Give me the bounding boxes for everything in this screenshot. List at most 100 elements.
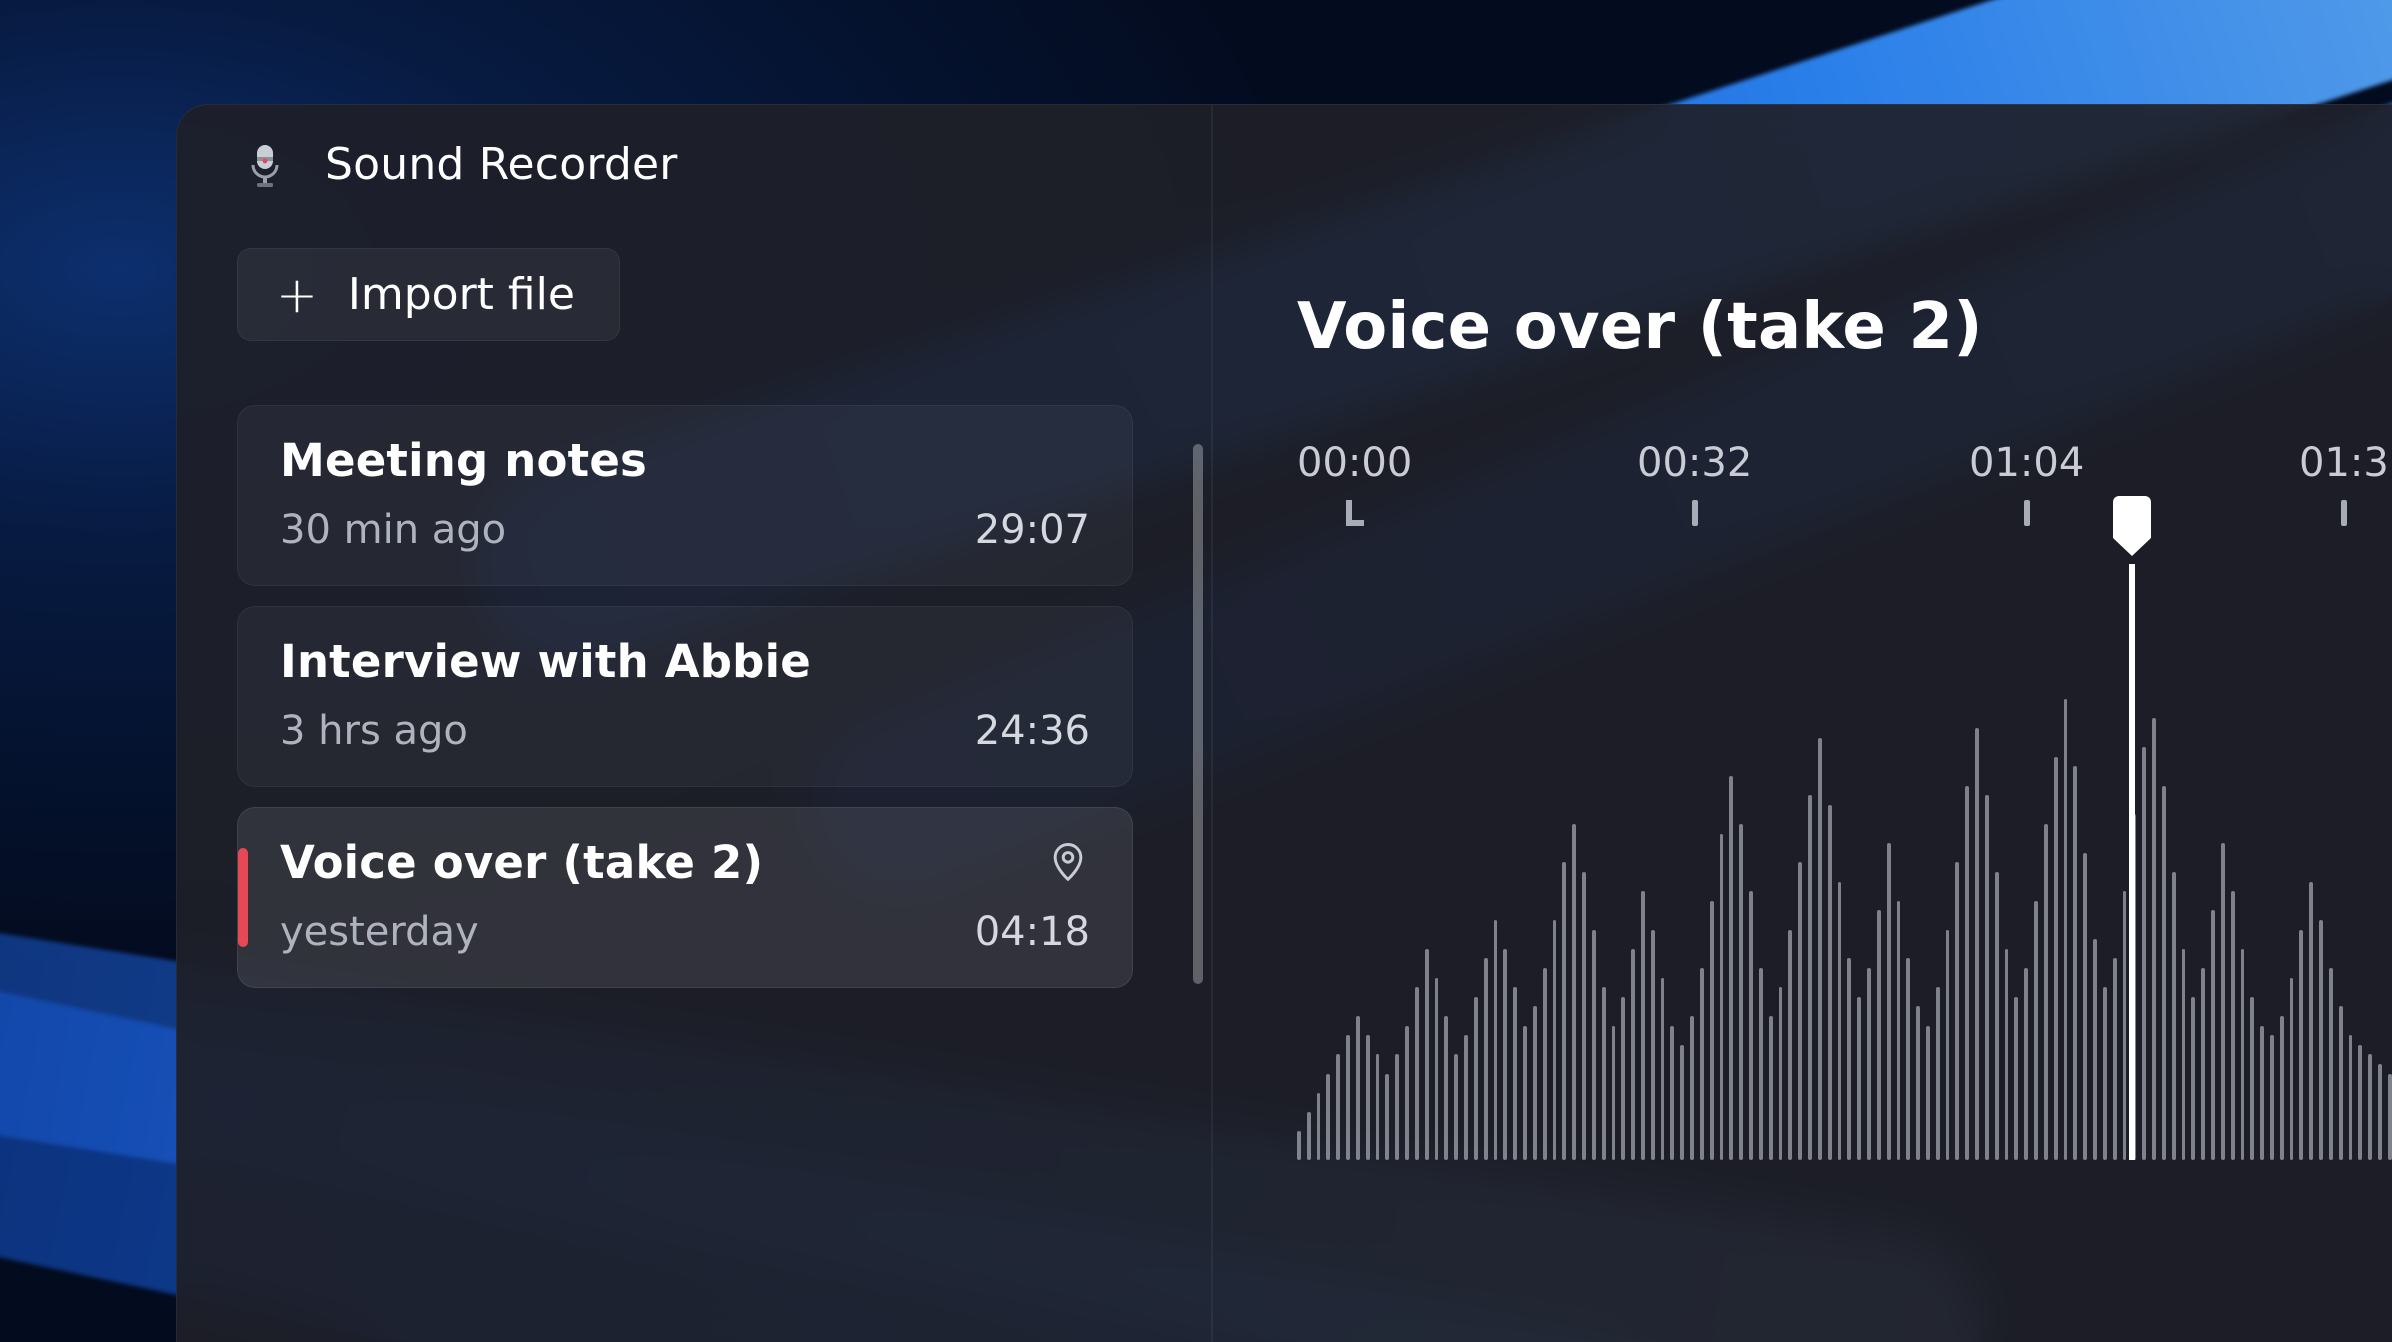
- waveform-bar: [2250, 997, 2254, 1160]
- waveform-bar: [1838, 882, 1842, 1160]
- import-file-label: Import file: [348, 269, 575, 320]
- waveform-bar: [1720, 834, 1724, 1160]
- waveform-bar: [2034, 901, 2038, 1160]
- waveform-bar: [1533, 1006, 1537, 1160]
- waveform-bar: [1395, 1054, 1399, 1160]
- timeline-tick: 01:3: [2299, 440, 2389, 526]
- waveform-bar: [1641, 891, 1645, 1160]
- waveform-bar: [1612, 1026, 1616, 1160]
- detail-pane: Voice over (take 2) 00:0000:3201:0401:3: [1213, 190, 2392, 1327]
- waveform-bar: [1631, 949, 1635, 1160]
- waveform-bar: [1562, 862, 1566, 1160]
- timeline[interactable]: 00:00 00:32 01:04 01:3: [1297, 440, 2392, 1160]
- waveform-bar: [2339, 1006, 2343, 1160]
- waveform-bar: [1415, 987, 1419, 1160]
- waveform-bar: [2152, 718, 2156, 1160]
- waveform-bar: [1297, 1131, 1301, 1160]
- waveform-bar: [1336, 1054, 1340, 1160]
- waveform-bar: [2270, 1035, 2274, 1160]
- recording-item-duration: 04:18: [975, 909, 1090, 955]
- waveform-bar: [1346, 1035, 1350, 1160]
- waveform-bar: [2182, 949, 2186, 1160]
- waveform-bar: [1474, 997, 1478, 1160]
- waveform-bar: [1946, 930, 1950, 1160]
- timeline-tick-label: 01:04: [1969, 440, 2084, 486]
- waveform-bar: [1454, 1054, 1458, 1160]
- waveform-bar: [1847, 958, 1851, 1160]
- waveform-bar: [1788, 930, 1792, 1160]
- waveform-bar: [1582, 872, 1586, 1160]
- waveform-bar: [1513, 987, 1517, 1160]
- waveform-bar: [2103, 987, 2107, 1160]
- import-file-button[interactable]: + Import file: [237, 248, 620, 341]
- waveform-bar: [2260, 1026, 2264, 1160]
- recording-item-duration: 29:07: [975, 507, 1090, 553]
- waveform-bar: [1739, 824, 1743, 1160]
- recording-item[interactable]: Meeting notes30 min ago29:07: [237, 405, 1133, 586]
- waveform-bar: [1661, 978, 1665, 1160]
- waveform-bar: [1916, 1006, 1920, 1160]
- waveform-bar: [2073, 766, 2077, 1160]
- waveform-bar: [1769, 1016, 1773, 1160]
- waveform-bar: [1808, 795, 1812, 1160]
- playhead-handle-icon[interactable]: [2113, 496, 2151, 538]
- waveform-bar: [1779, 987, 1783, 1160]
- recording-item-title: Interview with Abbie: [280, 635, 811, 688]
- waveform-bar: [1729, 776, 1733, 1160]
- playhead[interactable]: [2113, 496, 2151, 1160]
- waveform-bar: [1385, 1074, 1389, 1160]
- waveform-bar: [1700, 968, 1704, 1160]
- waveform-bar: [1444, 1016, 1448, 1160]
- waveform-bar: [2172, 872, 2176, 1160]
- playhead-line: [2129, 564, 2135, 1160]
- waveform-bar: [1523, 1026, 1527, 1160]
- waveform-bar: [1798, 862, 1802, 1160]
- waveform-bar: [1543, 968, 1547, 1160]
- waveform-bar: [1867, 968, 1871, 1160]
- recording-item[interactable]: Voice over (take 2)yesterday04:18: [237, 807, 1133, 988]
- waveform-bar: [2231, 891, 2235, 1160]
- waveform-bar: [1326, 1074, 1330, 1160]
- waveform-bar: [1621, 997, 1625, 1160]
- titlebar[interactable]: Sound Recorder: [177, 105, 2392, 190]
- waveform-bar: [1425, 949, 1429, 1160]
- waveform-bar: [1975, 728, 1979, 1160]
- timeline-tick: 01:04: [1969, 440, 2084, 526]
- waveform-bar: [1955, 862, 1959, 1160]
- recording-item-duration: 24:36: [975, 708, 1090, 754]
- waveform-bar: [1484, 958, 1488, 1160]
- timeline-tick-label: 01:3: [2299, 440, 2389, 486]
- waveform-bar: [1828, 805, 1832, 1160]
- waveform-bar: [2093, 939, 2097, 1160]
- app-title: Sound Recorder: [325, 139, 678, 190]
- waveform-bar: [1936, 987, 1940, 1160]
- waveform-bar: [2329, 968, 2333, 1160]
- sidebar-scrollbar[interactable]: [1193, 444, 1203, 984]
- waveform-bar: [1906, 958, 1910, 1160]
- waveform-bar: [2024, 968, 2028, 1160]
- waveform-bar: [1553, 920, 1557, 1160]
- marker-pin-icon: [1046, 839, 1090, 887]
- timeline-ruler: 00:00 00:32 01:04 01:3: [1297, 440, 2392, 520]
- waveform-bar: [2280, 1016, 2284, 1160]
- waveform-bar: [1494, 920, 1498, 1160]
- waveform-bar: [1985, 795, 1989, 1160]
- waveform-bar: [2201, 968, 2205, 1160]
- waveform-bar: [1690, 1016, 1694, 1160]
- timeline-tick: 00:32: [1637, 440, 1752, 526]
- timeline-tick-label: 00:32: [1637, 440, 1752, 486]
- recording-item[interactable]: Interview with Abbie 3 hrs ago 24:36: [237, 606, 1133, 787]
- waveform-bar: [2005, 949, 2009, 1160]
- waveform-bar: [2368, 1054, 2372, 1160]
- waveform-bar: [2191, 997, 2195, 1160]
- waveform-bar: [1572, 824, 1576, 1160]
- waveform-bar: [2064, 699, 2068, 1160]
- recording-item-time: 3 hrs ago: [280, 708, 468, 754]
- waveform-bar: [1464, 1035, 1468, 1160]
- waveform-bar: [1592, 930, 1596, 1160]
- waveform-bar: [2309, 882, 2313, 1160]
- timeline-tick-label: 00:00: [1297, 440, 1412, 486]
- app-icon-microphone-icon: [243, 143, 287, 187]
- plus-icon: +: [276, 270, 318, 320]
- recording-list: Meeting notes30 min ago29:07 Interview wi…: [237, 405, 1177, 988]
